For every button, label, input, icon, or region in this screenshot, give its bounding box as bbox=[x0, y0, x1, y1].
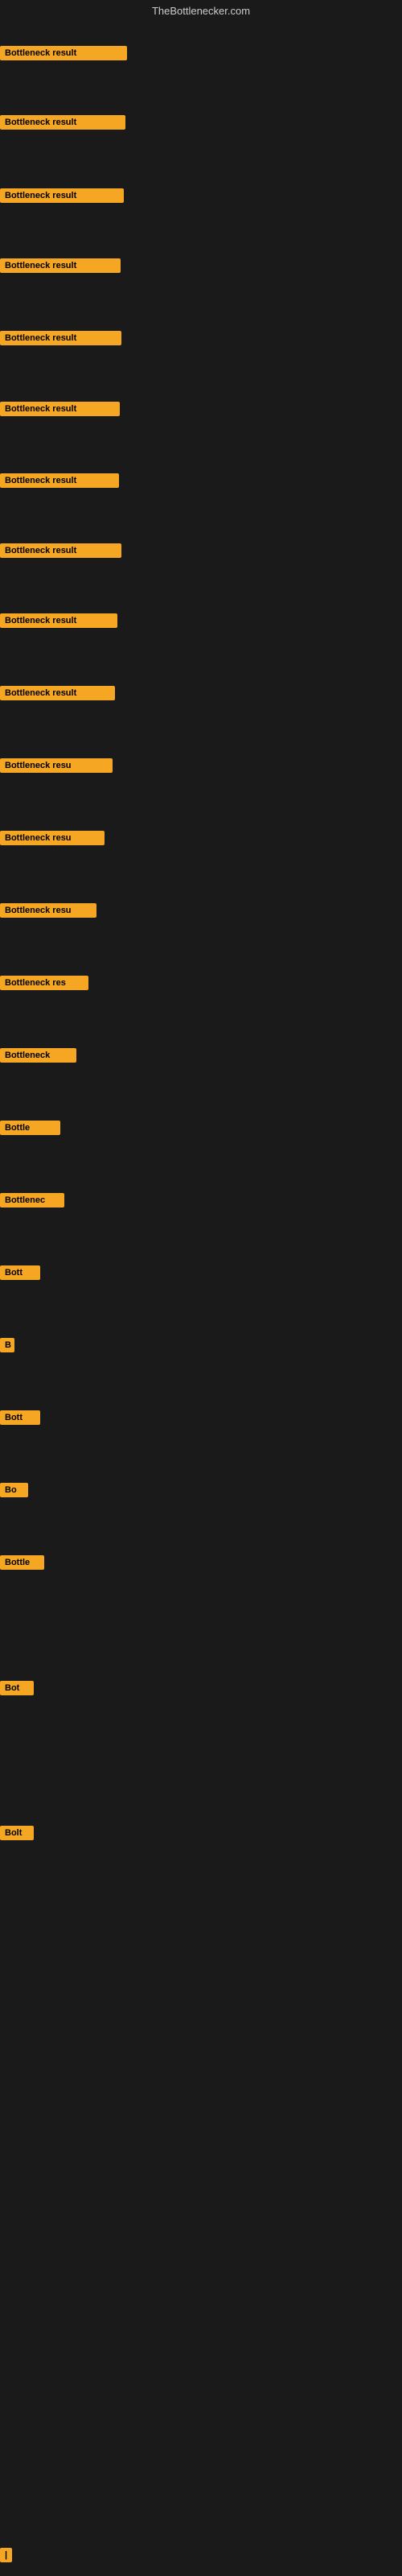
bottleneck-badge[interactable]: Bottlenec bbox=[0, 1193, 64, 1208]
bottleneck-badge[interactable]: Bottle bbox=[0, 1555, 44, 1570]
bottleneck-badge-row: Bottleneck result bbox=[0, 613, 117, 632]
bottleneck-badge[interactable]: Bottleneck result bbox=[0, 473, 119, 488]
bottleneck-badge-row: Bottleneck result bbox=[0, 402, 120, 420]
bottleneck-badge[interactable]: Bottleneck result bbox=[0, 402, 120, 416]
bottleneck-badge-row: Bottleneck result bbox=[0, 46, 127, 64]
bottleneck-badge[interactable]: Bottleneck res bbox=[0, 976, 88, 990]
bottleneck-badge[interactable]: | bbox=[0, 2548, 12, 2562]
bottleneck-badge-row: Bottle bbox=[0, 1121, 60, 1139]
bottleneck-badge[interactable]: Bott bbox=[0, 1265, 40, 1280]
bottleneck-badge-row: Bottle bbox=[0, 1555, 44, 1574]
bottleneck-badge-row: Bot bbox=[0, 1681, 34, 1699]
bottleneck-badge-row: Bottleneck result bbox=[0, 188, 124, 207]
bottleneck-badge-row: Bottlenec bbox=[0, 1193, 64, 1212]
bottleneck-badge[interactable]: Bottleneck bbox=[0, 1048, 76, 1063]
bottleneck-badge-row: Bottleneck resu bbox=[0, 758, 113, 777]
bottleneck-badge-row: Bo bbox=[0, 1483, 28, 1501]
bottleneck-badge-row: Bottleneck result bbox=[0, 115, 125, 134]
bottleneck-badge[interactable]: Bottleneck result bbox=[0, 46, 127, 60]
bottleneck-badge[interactable]: Bottle bbox=[0, 1121, 60, 1135]
bottleneck-badge-row: Bott bbox=[0, 1410, 40, 1429]
bottleneck-badge[interactable]: Bottleneck result bbox=[0, 543, 121, 558]
bottleneck-badge-row: Bottleneck resu bbox=[0, 831, 105, 849]
bottleneck-badge[interactable]: Bottleneck resu bbox=[0, 831, 105, 845]
bottleneck-badge-row: Bottleneck result bbox=[0, 473, 119, 492]
bottleneck-badge-row: Bottleneck result bbox=[0, 686, 115, 704]
bottleneck-badge[interactable]: Bottleneck result bbox=[0, 686, 115, 700]
bottleneck-badge-row: B bbox=[0, 1338, 14, 1356]
bottleneck-badge[interactable]: Bo bbox=[0, 1483, 28, 1497]
bottleneck-badge-row: Bottleneck bbox=[0, 1048, 76, 1067]
bottleneck-badge-row: | bbox=[0, 2548, 12, 2566]
bottleneck-badge-row: Bottleneck result bbox=[0, 258, 121, 277]
bottleneck-badge-row: Bottleneck res bbox=[0, 976, 88, 994]
bottleneck-badge[interactable]: Bolt bbox=[0, 1826, 34, 1840]
bottleneck-badge[interactable]: Bottleneck result bbox=[0, 115, 125, 130]
bottleneck-badge[interactable]: Bottleneck result bbox=[0, 188, 124, 203]
bottleneck-badge-row: Bottleneck result bbox=[0, 331, 121, 349]
bottleneck-badge[interactable]: Bot bbox=[0, 1681, 34, 1695]
bottleneck-badge[interactable]: Bottleneck result bbox=[0, 258, 121, 273]
bottleneck-badge[interactable]: Bottleneck result bbox=[0, 613, 117, 628]
bottleneck-badge-row: Bolt bbox=[0, 1826, 34, 1844]
bottleneck-badge[interactable]: Bottleneck result bbox=[0, 331, 121, 345]
bottleneck-badge-row: Bottleneck result bbox=[0, 543, 121, 562]
bottleneck-badge[interactable]: Bottleneck resu bbox=[0, 903, 96, 918]
bottleneck-badge[interactable]: Bottleneck resu bbox=[0, 758, 113, 773]
site-header: TheBottlenecker.com bbox=[0, 0, 402, 20]
bottleneck-badge[interactable]: Bott bbox=[0, 1410, 40, 1425]
bottleneck-badge-row: Bott bbox=[0, 1265, 40, 1284]
bottleneck-badge-row: Bottleneck resu bbox=[0, 903, 96, 922]
bottleneck-badge[interactable]: B bbox=[0, 1338, 14, 1352]
